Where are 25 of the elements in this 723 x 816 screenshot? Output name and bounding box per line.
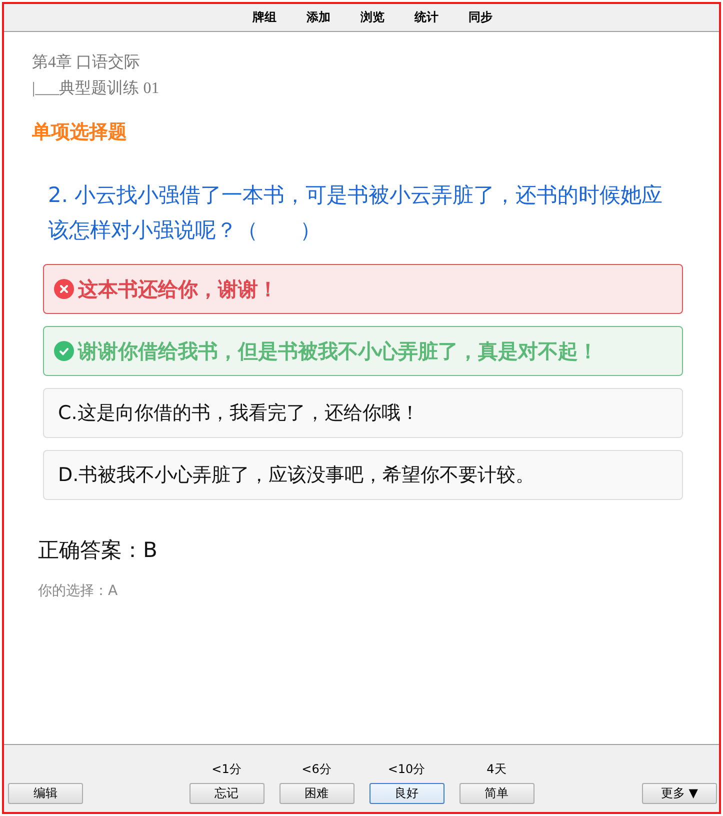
menu-item[interactable]: 同步: [468, 9, 492, 26]
ease-button[interactable]: 良好: [369, 783, 444, 804]
cross-circle-icon: [54, 279, 74, 299]
menu-item[interactable]: 牌组: [252, 9, 276, 26]
correct-answer-text: 正确答案：B: [38, 537, 158, 564]
interval-label: <6分: [302, 761, 332, 778]
ease-button[interactable]: 忘记: [189, 783, 264, 804]
interval-label: 4天: [486, 761, 506, 778]
menu-item[interactable]: 统计: [414, 9, 438, 26]
interval-label: <10分: [388, 761, 426, 778]
chapter-title: 第4章 口语交际: [32, 52, 141, 73]
ease-button[interactable]: 困难: [279, 783, 354, 804]
menu-item[interactable]: 添加: [306, 9, 330, 26]
ease-button[interactable]: 简单: [459, 783, 534, 804]
section-title: |___典型题训练 01: [32, 78, 160, 99]
check-circle-icon: [54, 341, 74, 361]
your-choice-text: 你的选择：A: [38, 582, 119, 600]
more-button[interactable]: 更多 ▼: [642, 783, 717, 804]
question-text: 2. 小云找小强借了一本书，可是书被小云弄脏了，还书的时候她应该怎样对小强说呢？（ ）: [48, 182, 664, 244]
answer-option[interactable]: D.书被我不小心弄脏了，应该没事吧，希望你不要计较。: [43, 450, 683, 500]
interval-label: <1分: [212, 761, 242, 778]
edit-button[interactable]: 编辑: [8, 783, 83, 804]
menu-item[interactable]: 浏览: [360, 9, 384, 26]
answer-option[interactable]: C.这是向你借的书，我看完了，还给你哦！: [43, 388, 683, 438]
question-type-heading: 单项选择题: [32, 120, 128, 145]
